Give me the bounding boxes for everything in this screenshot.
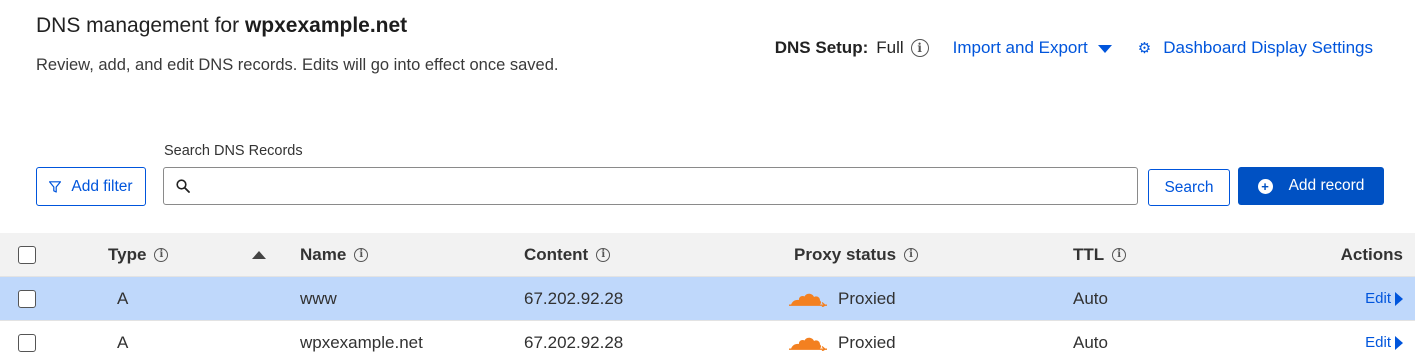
search-button-label: Search [1164, 178, 1214, 196]
caret-right-icon [1395, 291, 1403, 306]
dns-setup-label: DNS Setup: [774, 38, 869, 57]
column-header-content[interactable]: Content i [524, 244, 611, 265]
plus-circle-icon: + [1257, 178, 1273, 194]
column-content-label: Content [524, 244, 589, 264]
record-type: A [117, 288, 129, 308]
record-content: 67.202.92.28 [524, 288, 624, 308]
column-type-label: Type [108, 244, 147, 264]
gear-icon: ⚙ [1137, 40, 1152, 57]
add-record-label: Add record [1288, 177, 1365, 194]
select-all-checkbox[interactable] [18, 245, 36, 264]
info-icon[interactable]: i [354, 247, 369, 262]
column-proxy-label: Proxy status [794, 244, 897, 264]
import-export-label: Import and Export [952, 38, 1088, 57]
caret-right-icon [1395, 335, 1403, 350]
dashboard-display-settings-link[interactable]: ⚙ Dashboard Display Settings [1138, 38, 1373, 58]
column-ttl-label: TTL [1073, 244, 1105, 264]
filter-icon [49, 180, 62, 193]
edit-link[interactable]: Edit [1365, 334, 1403, 351]
sort-ascending-icon[interactable] [252, 250, 266, 259]
info-icon[interactable]: i [154, 247, 169, 262]
search-button[interactable]: Search [1148, 169, 1230, 206]
info-icon[interactable]: i [596, 247, 611, 262]
proxy-status: Proxied [788, 289, 896, 309]
domain-name: wpxexample.net [244, 14, 408, 37]
table-header: Type i Name i Content i Proxy status i TTL i … [0, 233, 1415, 277]
search-icon [176, 179, 190, 193]
record-content: 67.202.92.28 [524, 332, 624, 352]
edit-link[interactable]: Edit [1365, 290, 1403, 307]
info-icon[interactable]: i [910, 39, 929, 57]
proxy-status-label: Proxied [838, 288, 896, 308]
record-type: A [117, 332, 129, 352]
table-row[interactable]: A www 67.202.92.28 Proxied Auto Edit [0, 277, 1415, 321]
cloud-icon [789, 337, 827, 351]
search-field[interactable] [163, 167, 1138, 205]
add-record-button[interactable]: + Add record [1238, 167, 1384, 205]
page-title: DNS management for wpxexample.net [36, 14, 407, 38]
dns-records-table: Type i Name i Content i Proxy status i TTL i … [0, 233, 1415, 364]
search-input[interactable] [198, 177, 1137, 195]
title-prefix: DNS management for [36, 14, 245, 37]
column-header-actions: Actions [1340, 244, 1403, 264]
edit-label: Edit [1365, 334, 1391, 351]
cloud-icon [789, 293, 827, 307]
search-label: Search DNS Records [164, 143, 303, 159]
add-filter-label: Add filter [71, 177, 133, 195]
add-filter-button[interactable]: Add filter [36, 167, 146, 206]
column-header-name[interactable]: Name i [300, 244, 369, 265]
record-name: wpxexample.net [300, 332, 423, 352]
dns-setup-value: Full [876, 38, 904, 57]
top-actions: DNS Setup: Full i Import and Export ⚙ Da… [775, 38, 1373, 58]
record-ttl: Auto [1073, 332, 1108, 352]
dashboard-settings-label: Dashboard Display Settings [1163, 38, 1373, 57]
column-header-proxy-status[interactable]: Proxy status i [794, 244, 919, 265]
caret-down-icon [1097, 45, 1112, 53]
dns-setup: DNS Setup: Full i [775, 38, 929, 58]
table-row[interactable]: A wpxexample.net 67.202.92.28 Proxied Au… [0, 321, 1415, 364]
column-header-ttl[interactable]: TTL i [1073, 244, 1127, 265]
info-icon[interactable]: i [1112, 247, 1127, 262]
record-name: www [300, 288, 337, 308]
info-icon[interactable]: i [904, 247, 919, 262]
import-export-dropdown[interactable]: Import and Export [953, 38, 1112, 58]
row-checkbox[interactable] [18, 333, 36, 352]
row-checkbox[interactable] [18, 289, 36, 308]
column-header-type[interactable]: Type i [108, 244, 169, 265]
column-name-label: Name [300, 244, 347, 264]
proxy-status-label: Proxied [838, 332, 896, 352]
proxy-status: Proxied [788, 333, 896, 353]
page-description: Review, add, and edit DNS records. Edits… [36, 56, 559, 74]
record-ttl: Auto [1073, 288, 1108, 308]
edit-label: Edit [1365, 290, 1391, 307]
